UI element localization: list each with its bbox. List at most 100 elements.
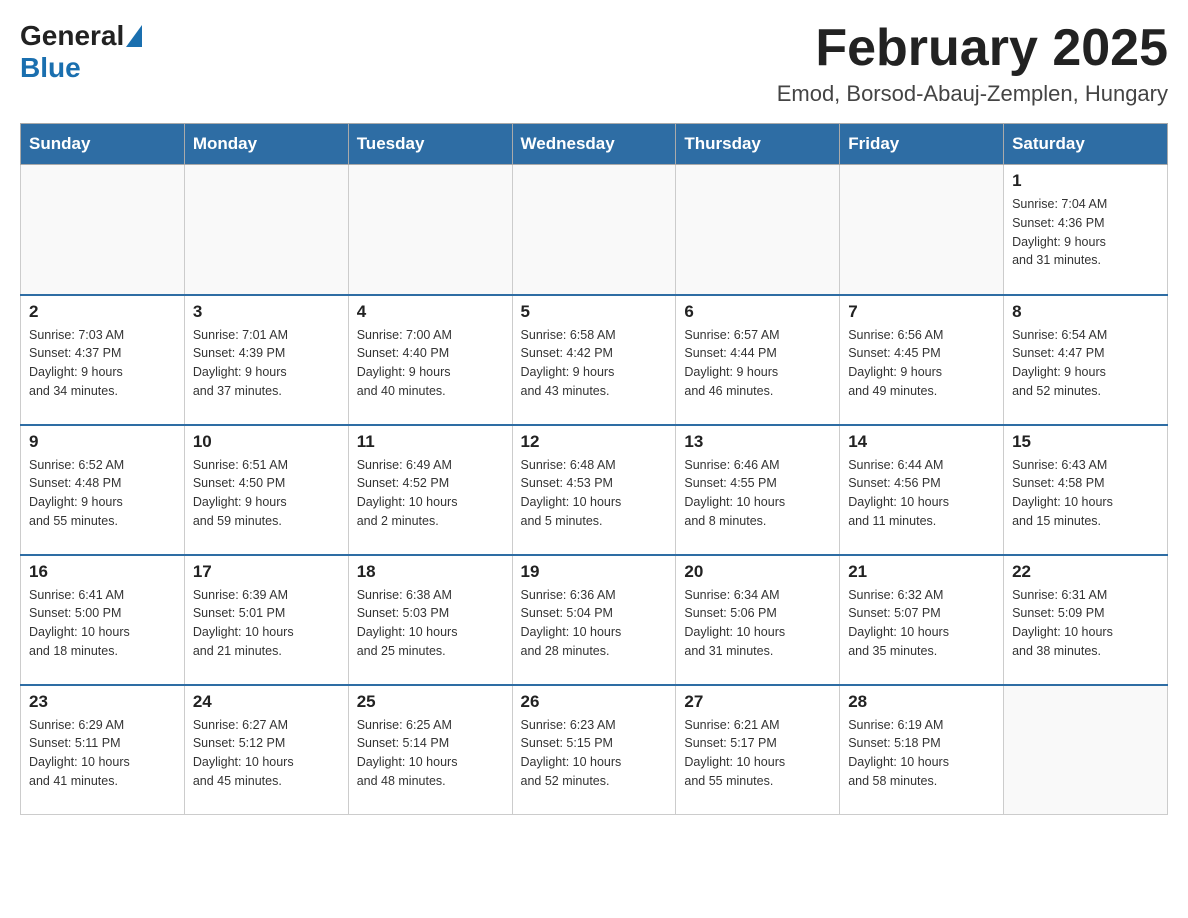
day-number: 1 xyxy=(1012,171,1159,191)
day-number: 23 xyxy=(29,692,176,712)
calendar-day-cell: 14 Sunrise: 6:44 AM Sunset: 4:56 PM Dayli… xyxy=(840,425,1004,555)
month-title: February 2025 xyxy=(777,20,1168,77)
day-number: 16 xyxy=(29,562,176,582)
day-number: 19 xyxy=(521,562,668,582)
day-info: Sunrise: 6:34 AM Sunset: 5:06 PM Dayligh… xyxy=(684,586,831,661)
calendar-table: SundayMondayTuesdayWednesdayThursdayFrid… xyxy=(20,123,1168,815)
calendar-day-cell xyxy=(348,165,512,295)
day-number: 17 xyxy=(193,562,340,582)
day-info: Sunrise: 6:31 AM Sunset: 5:09 PM Dayligh… xyxy=(1012,586,1159,661)
logo-blue-text: Blue xyxy=(20,52,81,84)
day-info: Sunrise: 6:43 AM Sunset: 4:58 PM Dayligh… xyxy=(1012,456,1159,531)
day-number: 4 xyxy=(357,302,504,322)
day-info: Sunrise: 6:39 AM Sunset: 5:01 PM Dayligh… xyxy=(193,586,340,661)
day-number: 2 xyxy=(29,302,176,322)
calendar-day-cell: 16 Sunrise: 6:41 AM Sunset: 5:00 PM Dayli… xyxy=(21,555,185,685)
page-header: General Blue February 2025 Emod, Borsod-… xyxy=(20,20,1168,107)
day-number: 20 xyxy=(684,562,831,582)
calendar-day-cell: 11 Sunrise: 6:49 AM Sunset: 4:52 PM Dayli… xyxy=(348,425,512,555)
calendar-day-cell: 15 Sunrise: 6:43 AM Sunset: 4:58 PM Dayli… xyxy=(1004,425,1168,555)
calendar-day-cell: 8Sunrise: 6:54 AM Sunset: 4:47 PM Daylig… xyxy=(1004,295,1168,425)
calendar-day-cell: 13Sunrise: 6:46 AM Sunset: 4:55 PM Dayli… xyxy=(676,425,840,555)
calendar-day-cell: 6Sunrise: 6:57 AM Sunset: 4:44 PM Daylig… xyxy=(676,295,840,425)
day-number: 14 xyxy=(848,432,995,452)
day-number: 6 xyxy=(684,302,831,322)
calendar-day-header: Tuesday xyxy=(348,124,512,165)
location-title: Emod, Borsod-Abauj-Zemplen, Hungary xyxy=(777,81,1168,107)
calendar-day-cell xyxy=(512,165,676,295)
day-info: Sunrise: 6:19 AM Sunset: 5:18 PM Dayligh… xyxy=(848,716,995,791)
day-info: Sunrise: 6:56 AM Sunset: 4:45 PM Dayligh… xyxy=(848,326,995,401)
day-number: 5 xyxy=(521,302,668,322)
calendar-day-cell xyxy=(21,165,185,295)
calendar-header-row: SundayMondayTuesdayWednesdayThursdayFrid… xyxy=(21,124,1168,165)
calendar-day-cell: 2 Sunrise: 7:03 AM Sunset: 4:37 PM Daylig… xyxy=(21,295,185,425)
day-info: Sunrise: 7:00 AM Sunset: 4:40 PM Dayligh… xyxy=(357,326,504,401)
day-number: 28 xyxy=(848,692,995,712)
day-info: Sunrise: 6:49 AM Sunset: 4:52 PM Dayligh… xyxy=(357,456,504,531)
calendar-day-cell: 20 Sunrise: 6:34 AM Sunset: 5:06 PM Dayli… xyxy=(676,555,840,685)
calendar-day-cell: 23 Sunrise: 6:29 AM Sunset: 5:11 PM Dayli… xyxy=(21,685,185,815)
day-info: Sunrise: 6:46 AM Sunset: 4:55 PM Dayligh… xyxy=(684,456,831,531)
calendar-day-header: Thursday xyxy=(676,124,840,165)
day-number: 7 xyxy=(848,302,995,322)
day-info: Sunrise: 6:41 AM Sunset: 5:00 PM Dayligh… xyxy=(29,586,176,661)
calendar-day-cell: 28 Sunrise: 6:19 AM Sunset: 5:18 PM Dayli… xyxy=(840,685,1004,815)
day-number: 8 xyxy=(1012,302,1159,322)
logo-flag-icon xyxy=(126,25,142,47)
day-number: 3 xyxy=(193,302,340,322)
calendar-day-cell: 27 Sunrise: 6:21 AM Sunset: 5:17 PM Dayli… xyxy=(676,685,840,815)
day-info: Sunrise: 7:01 AM Sunset: 4:39 PM Dayligh… xyxy=(193,326,340,401)
day-number: 11 xyxy=(357,432,504,452)
calendar-day-header: Monday xyxy=(184,124,348,165)
logo-general-text: General xyxy=(20,20,124,52)
calendar-day-cell: 10 Sunrise: 6:51 AM Sunset: 4:50 PM Dayli… xyxy=(184,425,348,555)
calendar-day-cell: 22Sunrise: 6:31 AM Sunset: 5:09 PM Dayli… xyxy=(1004,555,1168,685)
calendar-week-row: 16 Sunrise: 6:41 AM Sunset: 5:00 PM Dayli… xyxy=(21,555,1168,685)
day-number: 25 xyxy=(357,692,504,712)
day-number: 15 xyxy=(1012,432,1159,452)
calendar-day-cell: 17 Sunrise: 6:39 AM Sunset: 5:01 PM Dayli… xyxy=(184,555,348,685)
title-area: February 2025 Emod, Borsod-Abauj-Zemplen… xyxy=(777,20,1168,107)
calendar-day-cell: 18Sunrise: 6:38 AM Sunset: 5:03 PM Dayli… xyxy=(348,555,512,685)
calendar-day-header: Friday xyxy=(840,124,1004,165)
day-info: Sunrise: 7:03 AM Sunset: 4:37 PM Dayligh… xyxy=(29,326,176,401)
calendar-day-cell: 5 Sunrise: 6:58 AM Sunset: 4:42 PM Daylig… xyxy=(512,295,676,425)
calendar-day-cell: 25 Sunrise: 6:25 AM Sunset: 5:14 PM Dayli… xyxy=(348,685,512,815)
day-info: Sunrise: 6:44 AM Sunset: 4:56 PM Dayligh… xyxy=(848,456,995,531)
calendar-day-header: Saturday xyxy=(1004,124,1168,165)
day-info: Sunrise: 7:04 AM Sunset: 4:36 PM Dayligh… xyxy=(1012,195,1159,270)
day-info: Sunrise: 6:25 AM Sunset: 5:14 PM Dayligh… xyxy=(357,716,504,791)
calendar-day-cell: 1 Sunrise: 7:04 AM Sunset: 4:36 PM Daylig… xyxy=(1004,165,1168,295)
calendar-day-cell: 9 Sunrise: 6:52 AM Sunset: 4:48 PM Daylig… xyxy=(21,425,185,555)
calendar-day-header: Sunday xyxy=(21,124,185,165)
day-info: Sunrise: 6:48 AM Sunset: 4:53 PM Dayligh… xyxy=(521,456,668,531)
calendar-day-cell xyxy=(1004,685,1168,815)
calendar-day-cell: 3 Sunrise: 7:01 AM Sunset: 4:39 PM Daylig… xyxy=(184,295,348,425)
calendar-week-row: 1 Sunrise: 7:04 AM Sunset: 4:36 PM Daylig… xyxy=(21,165,1168,295)
day-number: 9 xyxy=(29,432,176,452)
calendar-day-cell xyxy=(676,165,840,295)
calendar-week-row: 23 Sunrise: 6:29 AM Sunset: 5:11 PM Dayli… xyxy=(21,685,1168,815)
calendar-day-header: Wednesday xyxy=(512,124,676,165)
calendar-day-cell: 19 Sunrise: 6:36 AM Sunset: 5:04 PM Dayli… xyxy=(512,555,676,685)
day-info: Sunrise: 6:52 AM Sunset: 4:48 PM Dayligh… xyxy=(29,456,176,531)
logo: General Blue xyxy=(20,20,142,84)
calendar-week-row: 2 Sunrise: 7:03 AM Sunset: 4:37 PM Daylig… xyxy=(21,295,1168,425)
day-number: 21 xyxy=(848,562,995,582)
day-number: 27 xyxy=(684,692,831,712)
day-number: 10 xyxy=(193,432,340,452)
day-number: 26 xyxy=(521,692,668,712)
day-info: Sunrise: 6:51 AM Sunset: 4:50 PM Dayligh… xyxy=(193,456,340,531)
day-info: Sunrise: 6:32 AM Sunset: 5:07 PM Dayligh… xyxy=(848,586,995,661)
day-info: Sunrise: 6:58 AM Sunset: 4:42 PM Dayligh… xyxy=(521,326,668,401)
day-info: Sunrise: 6:36 AM Sunset: 5:04 PM Dayligh… xyxy=(521,586,668,661)
calendar-day-cell: 4 Sunrise: 7:00 AM Sunset: 4:40 PM Daylig… xyxy=(348,295,512,425)
day-info: Sunrise: 6:21 AM Sunset: 5:17 PM Dayligh… xyxy=(684,716,831,791)
day-info: Sunrise: 6:23 AM Sunset: 5:15 PM Dayligh… xyxy=(521,716,668,791)
calendar-day-cell: 24 Sunrise: 6:27 AM Sunset: 5:12 PM Dayli… xyxy=(184,685,348,815)
day-info: Sunrise: 6:38 AM Sunset: 5:03 PM Dayligh… xyxy=(357,586,504,661)
day-info: Sunrise: 6:27 AM Sunset: 5:12 PM Dayligh… xyxy=(193,716,340,791)
day-number: 24 xyxy=(193,692,340,712)
day-info: Sunrise: 6:29 AM Sunset: 5:11 PM Dayligh… xyxy=(29,716,176,791)
